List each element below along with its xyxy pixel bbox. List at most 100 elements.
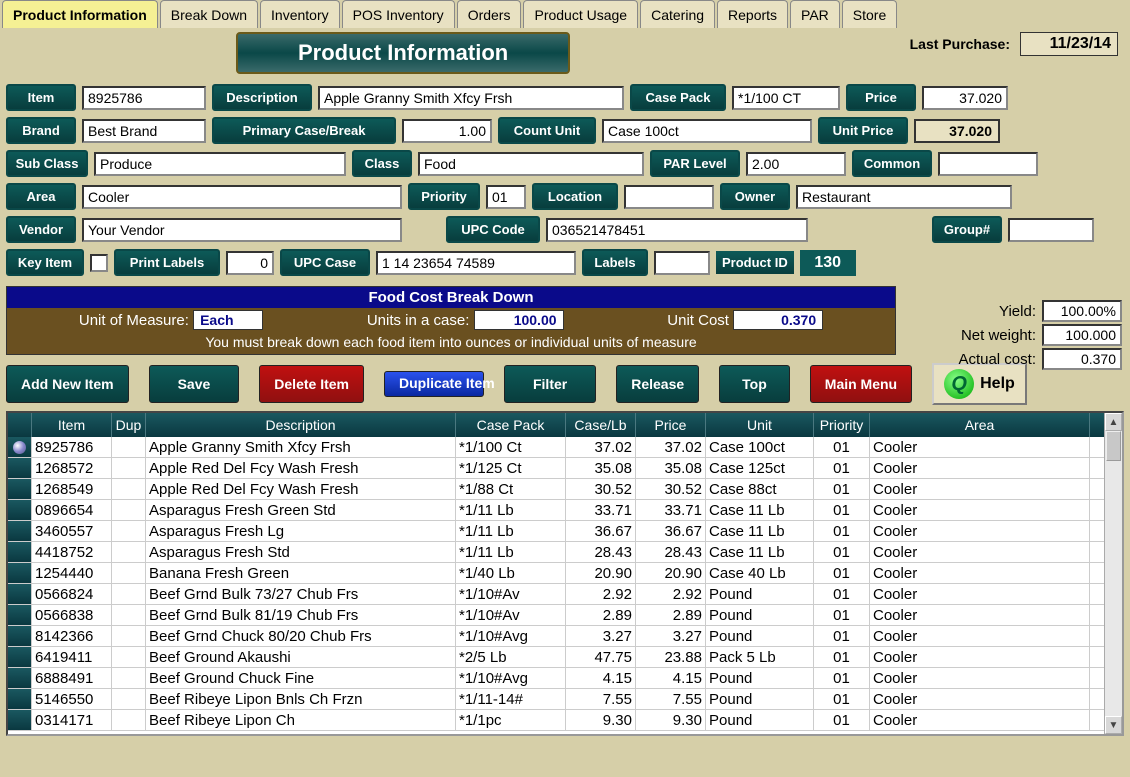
table-row[interactable]: 8142366Beef Grnd Chuck 80/20 Chub Frs*1/… xyxy=(8,626,1104,647)
table-row[interactable]: 4418752Asparagus Fresh Std*1/11 Lb28.432… xyxy=(8,542,1104,563)
price-label[interactable]: Price xyxy=(846,84,916,111)
owner-label[interactable]: Owner xyxy=(720,183,790,210)
class-input[interactable] xyxy=(418,152,644,176)
table-row[interactable]: 6888491Beef Ground Chuck Fine*1/10#Avg4.… xyxy=(8,668,1104,689)
table-row[interactable]: 6419411Beef Ground Akaushi*2/5 Lb47.7523… xyxy=(8,647,1104,668)
uom-input[interactable] xyxy=(193,310,263,330)
tab-par[interactable]: PAR xyxy=(790,0,840,28)
table-row[interactable]: 0896654Asparagus Fresh Green Std*1/11 Lb… xyxy=(8,500,1104,521)
owner-input[interactable] xyxy=(796,185,1012,209)
row-selector[interactable] xyxy=(8,458,32,478)
primary-case-break-label[interactable]: Primary Case/Break xyxy=(212,117,396,144)
description-label[interactable]: Description xyxy=(212,84,312,111)
top-button[interactable]: Top xyxy=(719,365,790,403)
key-item-label[interactable]: Key Item xyxy=(6,249,84,276)
row-selector[interactable] xyxy=(8,479,32,499)
upc-case-input[interactable] xyxy=(376,251,576,275)
item-input[interactable] xyxy=(82,86,206,110)
yield-input[interactable] xyxy=(1042,300,1122,322)
casepack-label[interactable]: Case Pack xyxy=(630,84,726,111)
location-label[interactable]: Location xyxy=(532,183,618,210)
grid-header-casepack[interactable]: Case Pack xyxy=(456,413,566,437)
brand-label[interactable]: Brand xyxy=(6,117,76,144)
brand-input[interactable] xyxy=(82,119,206,143)
scroll-down-icon[interactable]: ▼ xyxy=(1105,716,1122,734)
table-row[interactable]: 0566838Beef Grnd Bulk 81/19 Chub Frs*1/1… xyxy=(8,605,1104,626)
common-label[interactable]: Common xyxy=(852,150,932,177)
tab-inventory[interactable]: Inventory xyxy=(260,0,340,28)
unit-price-label[interactable]: Unit Price xyxy=(818,117,908,144)
table-row[interactable]: 0566824Beef Grnd Bulk 73/27 Chub Frs*1/1… xyxy=(8,584,1104,605)
priority-input[interactable] xyxy=(486,185,526,209)
row-selector[interactable] xyxy=(8,437,32,457)
area-input[interactable] xyxy=(82,185,402,209)
table-row[interactable]: 1268572Apple Red Del Fcy Wash Fresh*1/12… xyxy=(8,458,1104,479)
row-selector[interactable] xyxy=(8,542,32,562)
grid-scrollbar[interactable]: ▲ ▼ xyxy=(1104,413,1122,734)
grid-header-priority[interactable]: Priority xyxy=(814,413,870,437)
priority-label[interactable]: Priority xyxy=(408,183,480,210)
table-row[interactable]: 0314171Beef Ribeye Lipon Ch*1/1pc9.309.3… xyxy=(8,710,1104,731)
add-new-item-button[interactable]: Add New Item xyxy=(6,365,129,403)
unit-cost-input[interactable] xyxy=(733,310,823,330)
print-labels-label[interactable]: Print Labels xyxy=(114,249,220,276)
table-row[interactable]: 5146550Beef Ribeye Lipon Bnls Ch Frzn*1/… xyxy=(8,689,1104,710)
labels-input[interactable] xyxy=(654,251,710,275)
group-input[interactable] xyxy=(1008,218,1094,242)
grid-header-dup[interactable]: Dup xyxy=(112,413,146,437)
units-in-case-input[interactable] xyxy=(474,310,564,330)
row-selector[interactable] xyxy=(8,521,32,541)
print-labels-input[interactable] xyxy=(226,251,274,275)
row-selector[interactable] xyxy=(8,647,32,667)
tab-product-information[interactable]: Product Information xyxy=(2,0,158,28)
par-level-label[interactable]: PAR Level xyxy=(650,150,740,177)
net-weight-input[interactable] xyxy=(1042,324,1122,346)
tab-orders[interactable]: Orders xyxy=(457,0,522,28)
row-selector[interactable] xyxy=(8,710,32,730)
duplicate-item-button[interactable]: Duplicate Item xyxy=(384,371,484,396)
count-unit-input[interactable] xyxy=(602,119,812,143)
vendor-input[interactable] xyxy=(82,218,402,242)
scroll-up-icon[interactable]: ▲ xyxy=(1105,413,1122,431)
save-button[interactable]: Save xyxy=(149,365,240,403)
labels-label[interactable]: Labels xyxy=(582,249,648,276)
item-label[interactable]: Item xyxy=(6,84,76,111)
location-input[interactable] xyxy=(624,185,714,209)
subclass-label[interactable]: Sub Class xyxy=(6,150,88,177)
upc-case-label[interactable]: UPC Case xyxy=(280,249,370,276)
row-selector[interactable] xyxy=(8,605,32,625)
tab-catering[interactable]: Catering xyxy=(640,0,715,28)
count-unit-label[interactable]: Count Unit xyxy=(498,117,596,144)
vendor-label[interactable]: Vendor xyxy=(6,216,76,243)
key-item-checkbox[interactable] xyxy=(90,254,108,272)
filter-button[interactable]: Filter xyxy=(504,365,596,403)
table-row[interactable]: 3460557Asparagus Fresh Lg*1/11 Lb36.6736… xyxy=(8,521,1104,542)
subclass-input[interactable] xyxy=(94,152,346,176)
tab-break-down[interactable]: Break Down xyxy=(160,0,258,28)
description-input[interactable] xyxy=(318,86,624,110)
table-row[interactable]: 1254440Banana Fresh Green*1/40 Lb20.9020… xyxy=(8,563,1104,584)
row-selector[interactable] xyxy=(8,584,32,604)
class-label[interactable]: Class xyxy=(352,150,412,177)
row-selector[interactable] xyxy=(8,563,32,583)
row-selector[interactable] xyxy=(8,500,32,520)
tab-store[interactable]: Store xyxy=(842,0,897,28)
grid-header-caselb[interactable]: Case/Lb xyxy=(566,413,636,437)
price-input[interactable] xyxy=(922,86,1008,110)
tab-reports[interactable]: Reports xyxy=(717,0,788,28)
primary-case-break-input[interactable] xyxy=(402,119,492,143)
grid-header-price[interactable]: Price xyxy=(636,413,706,437)
table-row[interactable]: 1268549Apple Red Del Fcy Wash Fresh*1/88… xyxy=(8,479,1104,500)
area-label[interactable]: Area xyxy=(6,183,76,210)
upc-code-input[interactable] xyxy=(546,218,808,242)
common-input[interactable] xyxy=(938,152,1038,176)
actual-cost-input[interactable] xyxy=(1042,348,1122,370)
tab-product-usage[interactable]: Product Usage xyxy=(523,0,638,28)
row-selector[interactable] xyxy=(8,689,32,709)
release-button[interactable]: Release xyxy=(616,365,699,403)
group-label[interactable]: Group# xyxy=(932,216,1002,243)
grid-header-unit[interactable]: Unit xyxy=(706,413,814,437)
grid-header-area[interactable]: Area xyxy=(870,413,1090,437)
grid-header-description[interactable]: Description xyxy=(146,413,456,437)
upc-code-label[interactable]: UPC Code xyxy=(446,216,540,243)
